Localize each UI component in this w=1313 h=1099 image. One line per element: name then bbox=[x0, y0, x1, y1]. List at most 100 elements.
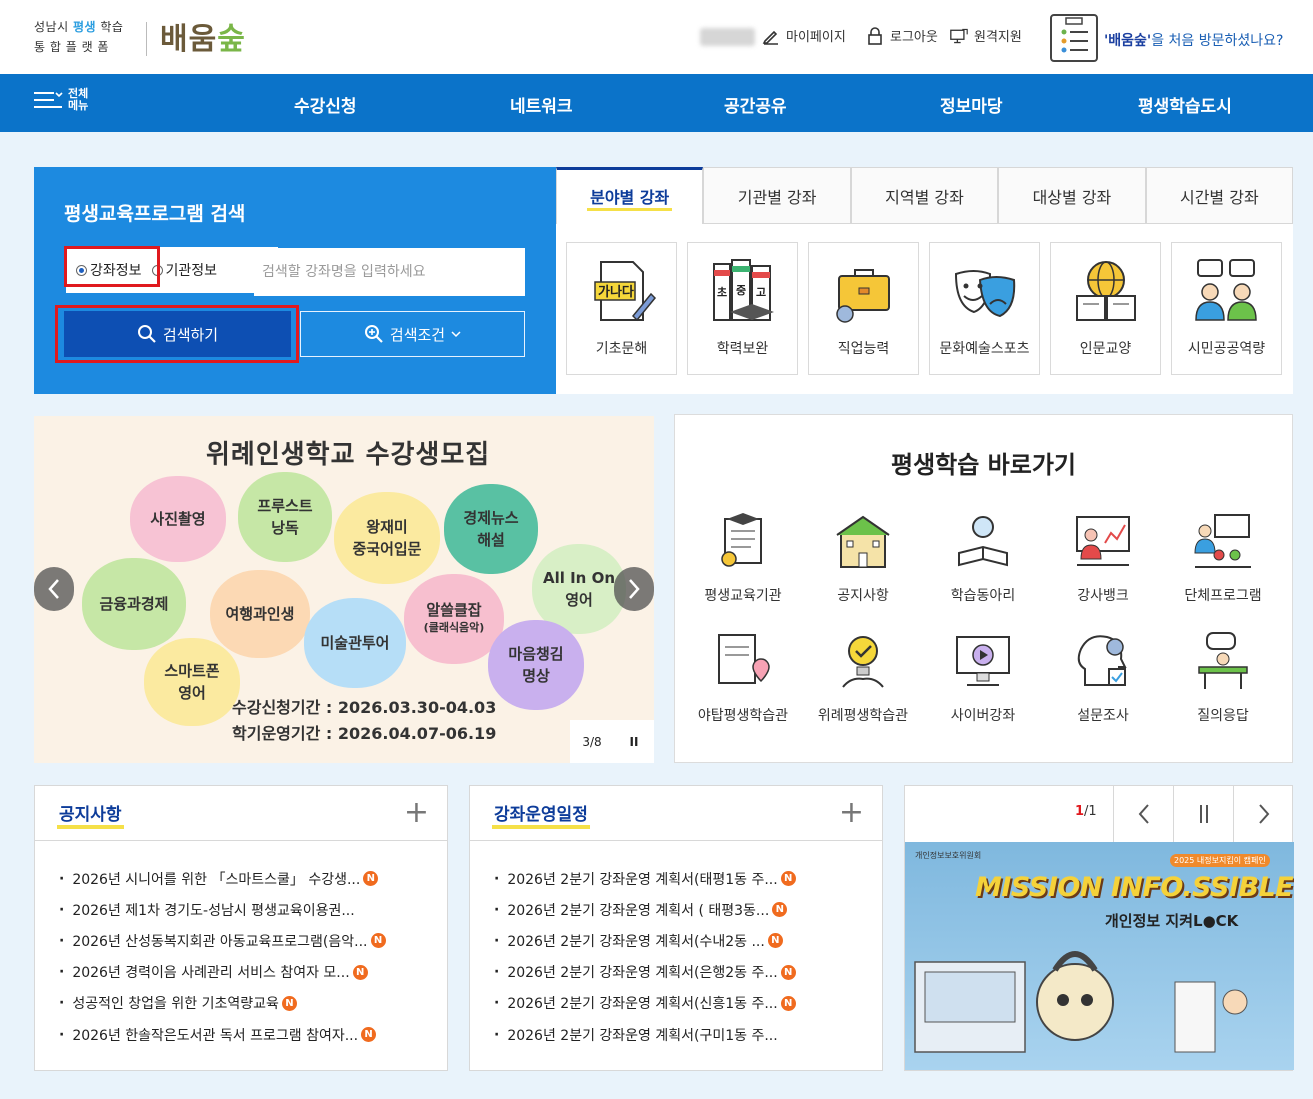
category-panel: 분야별 강좌 기관별 강좌 지역별 강좌 대상별 강좌 시간별 강좌 가나다 기… bbox=[556, 167, 1294, 394]
promo-counter: 1/1 bbox=[1075, 804, 1097, 819]
quick-link-notices[interactable]: 공지사항 bbox=[803, 509, 923, 605]
flower-tag: 마음챙김 명상 bbox=[488, 620, 584, 710]
chevron-right-icon bbox=[629, 579, 640, 599]
promo-banner-slider[interactable]: 위례인생학교 수강생모집 사진촬영 프루스트 낭독 왕재미 중국어입문 경제뉴스… bbox=[34, 416, 654, 763]
course-search-input[interactable] bbox=[254, 248, 525, 296]
category-academic[interactable]: 초중고 학력보완 bbox=[687, 242, 798, 375]
quick-link-qna[interactable]: 질의응답 bbox=[1163, 629, 1283, 725]
category-culture-arts-sports[interactable]: 문화예술스포츠 bbox=[929, 242, 1040, 375]
chevron-right-icon bbox=[1258, 804, 1269, 824]
banner-pause-button[interactable]: II bbox=[614, 720, 654, 763]
list-item[interactable]: 2026년 2분기 강좌운영 계획서 ( 태평3동...N bbox=[494, 894, 882, 925]
monitor-icon bbox=[950, 27, 968, 45]
briefcase-gear-icon bbox=[835, 269, 890, 323]
schedule-list: 2026년 2분기 강좌운영 계획서(태평1동 주...N 2026년 2분기 … bbox=[470, 841, 882, 1050]
pencil-icon bbox=[762, 27, 780, 45]
new-badge: N bbox=[780, 964, 796, 980]
books-graduation-icon: 초중고 bbox=[712, 259, 774, 321]
list-item[interactable]: 2026년 한솔작은도서관 독서 프로그램 참여자...N bbox=[59, 1019, 447, 1050]
radio-org-info[interactable]: 기관정보 bbox=[151, 260, 217, 280]
desk-speech-icon bbox=[1198, 632, 1248, 689]
site-logo[interactable]: 배움숲 bbox=[160, 14, 246, 58]
quick-links-panel: 평생학습 바로가기 평생교육기관 공지사항 학습동아리 강사뱅크 단체프로그램 … bbox=[674, 414, 1293, 763]
globe-book-icon bbox=[1075, 261, 1136, 321]
schedule-more-button[interactable]: + bbox=[839, 798, 864, 828]
banner-next-button[interactable] bbox=[614, 567, 654, 611]
category-civic-competency[interactable]: 시민공공역량 bbox=[1171, 242, 1282, 375]
quick-link-institutions[interactable]: 평생교육기관 bbox=[683, 509, 803, 605]
all-menu-button[interactable]: 전체 메뉴 bbox=[34, 88, 88, 112]
nav-item-learning-city[interactable]: 평생학습도시 bbox=[1138, 92, 1232, 117]
schedule-board-title[interactable]: 강좌운영일정 bbox=[492, 800, 590, 829]
theater-masks-icon bbox=[954, 270, 1015, 318]
list-item[interactable]: 2026년 2분기 강좌운영 계획서(태평1동 주...N bbox=[494, 863, 882, 894]
promo-next-button[interactable] bbox=[1233, 786, 1293, 842]
first-visit-link[interactable]: '배움숲'을 처음 방문하셨나요? bbox=[1104, 30, 1283, 50]
promo-subtitle: 개인정보 지켜L●CK bbox=[1105, 912, 1239, 930]
highlight-box-search-button bbox=[55, 305, 299, 363]
nav-item-info[interactable]: 정보마당 bbox=[940, 92, 1003, 117]
video-monitor-icon bbox=[956, 636, 1010, 686]
nav-item-space-share[interactable]: 공간공유 bbox=[724, 92, 787, 117]
quick-link-cyber-courses[interactable]: 사이버강좌 bbox=[923, 629, 1043, 725]
logo-subtitle[interactable]: 성남시 평생 학습 통 합 플 랫 폼 bbox=[34, 17, 123, 57]
tab-by-region[interactable]: 지역별 강좌 bbox=[850, 167, 999, 224]
tab-by-time[interactable]: 시간별 강좌 bbox=[1145, 167, 1294, 224]
tab-by-org[interactable]: 기관별 강좌 bbox=[703, 167, 851, 224]
remote-support-link[interactable]: 원격지원 bbox=[950, 26, 1022, 45]
category-tabs: 분야별 강좌 기관별 강좌 지역별 강좌 대상별 강좌 시간별 강좌 bbox=[556, 167, 1294, 224]
nav-item-course-apply[interactable]: 수강신청 bbox=[294, 92, 357, 117]
logout-link[interactable]: 로그아웃 bbox=[866, 26, 938, 45]
list-item[interactable]: 2026년 2분기 강좌운영 계획서(신흥1동 주...N bbox=[494, 988, 882, 1019]
flower-tag: 사진촬영 bbox=[130, 476, 226, 562]
quick-link-group-programs[interactable]: 단체프로그램 bbox=[1163, 509, 1283, 605]
tab-by-field[interactable]: 분야별 강좌 bbox=[556, 167, 704, 224]
flower-tag: 프루스트 낭독 bbox=[238, 472, 332, 562]
notice-board-title[interactable]: 공지사항 bbox=[57, 800, 124, 829]
flower-tag: 미술관투어 bbox=[304, 598, 406, 688]
mypage-link[interactable]: 마이페이지 bbox=[762, 26, 846, 45]
lecturer-board-icon bbox=[1076, 516, 1130, 566]
category-humanities[interactable]: 인문교양 bbox=[1050, 242, 1161, 375]
new-badge: N bbox=[772, 902, 788, 918]
list-item[interactable]: 2026년 제1차 경기도-성남시 평생교육이용권... bbox=[59, 894, 447, 925]
new-badge: N bbox=[352, 964, 368, 980]
category-vocational[interactable]: 직업능력 bbox=[808, 242, 919, 375]
logo-divider bbox=[146, 22, 147, 56]
banner-run-period: 학기운영기간 : 2026.04.07-06.19 bbox=[232, 724, 497, 743]
list-item[interactable]: 2026년 경력이음 사례관리 서비스 참여자 모...N bbox=[59, 957, 447, 988]
promo-pause-button[interactable] bbox=[1173, 786, 1233, 842]
search-condition-button[interactable]: 검색조건 bbox=[300, 311, 525, 357]
quick-link-yatap-center[interactable]: 야탑평생학습관 bbox=[683, 629, 803, 725]
banner-prev-button[interactable] bbox=[34, 567, 74, 611]
quick-link-instructor-bank[interactable]: 강사뱅크 bbox=[1043, 509, 1163, 605]
promo-prev-button[interactable] bbox=[1113, 786, 1173, 842]
list-item[interactable]: 2026년 2분기 강좌운영 계획서(은행2동 주...N bbox=[494, 957, 882, 988]
promo-title: MISSION INFO.SSIBLE bbox=[975, 872, 1294, 903]
list-item[interactable]: 2026년 2분기 강좌운영 계획서(구미1동 주... bbox=[494, 1019, 882, 1050]
people-discussion-icon bbox=[1194, 259, 1257, 321]
checklist-icon[interactable] bbox=[1050, 14, 1098, 62]
site-header: 성남시 평생 학습 통 합 플 랫 폼 배움숲 마이페이지 로그아웃 원격지원 … bbox=[0, 0, 1313, 74]
quick-link-wirye-center[interactable]: 위례평생학습관 bbox=[803, 629, 923, 725]
chevron-down-icon bbox=[451, 331, 461, 338]
svg-text:초: 초 bbox=[717, 286, 727, 299]
list-item[interactable]: 성공적인 창업을 위한 기초역량교육N bbox=[59, 988, 447, 1019]
chevron-left-icon bbox=[48, 579, 59, 599]
notice-more-button[interactable]: + bbox=[404, 798, 429, 828]
privacy-campaign-banner[interactable]: 개인정보보호위원회 2025 내정보지킴이 캠페인 MISSION INFO.S… bbox=[905, 842, 1294, 1070]
building-icon bbox=[836, 515, 890, 568]
list-item[interactable]: 2026년 산성동복지회관 아동교육프로그램(음악...N bbox=[59, 925, 447, 956]
new-badge: N bbox=[370, 933, 386, 949]
quick-link-study-clubs[interactable]: 학습동아리 bbox=[923, 509, 1043, 605]
flower-tag: 스마트폰 영어 bbox=[144, 638, 240, 726]
category-basic-literacy[interactable]: 가나다 기초문해 bbox=[566, 242, 677, 375]
list-item[interactable]: 2026년 시니어를 위한 「스마트스쿨」 수강생...N bbox=[59, 863, 447, 894]
quick-link-survey[interactable]: 설문조사 bbox=[1043, 629, 1163, 725]
list-item[interactable]: 2026년 2분기 강좌운영 계획서(수내2동 ...N bbox=[494, 925, 882, 956]
quick-links-title: 평생학습 바로가기 bbox=[891, 451, 1076, 479]
book-location-icon bbox=[718, 634, 770, 684]
pause-icon bbox=[1199, 805, 1208, 823]
tab-by-target[interactable]: 대상별 강좌 bbox=[998, 167, 1146, 224]
nav-item-network[interactable]: 네트워크 bbox=[510, 92, 573, 117]
